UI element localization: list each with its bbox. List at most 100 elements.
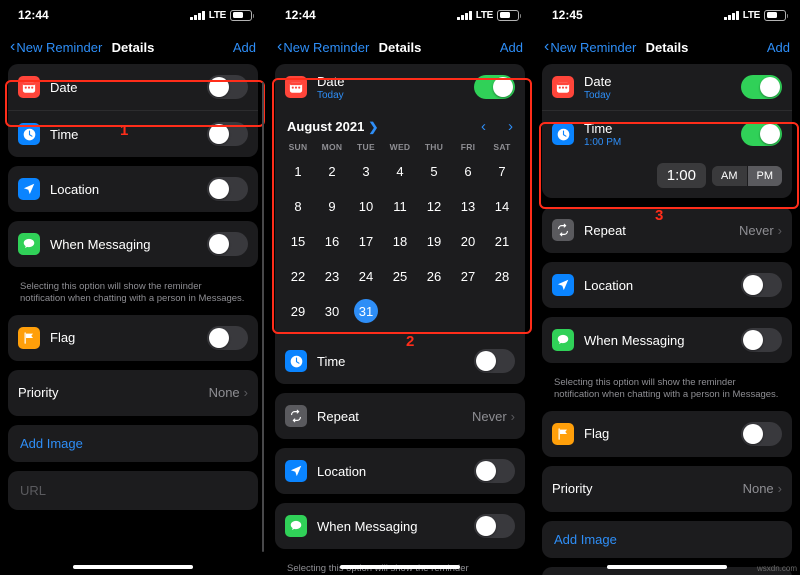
when-messaging-toggle[interactable] — [741, 328, 782, 352]
step-marker-2: 2 — [406, 333, 415, 350]
location-toggle[interactable] — [207, 177, 248, 201]
url-input[interactable]: URL — [8, 471, 258, 510]
weekday: SUN — [288, 142, 308, 152]
calendar-day[interactable]: 27 — [451, 260, 485, 292]
calendar-day[interactable]: 20 — [451, 225, 485, 257]
calendar-day[interactable]: 21 — [485, 225, 519, 257]
repeat-card: Repeat Never › — [275, 393, 525, 439]
calendar-day[interactable]: 25 — [383, 260, 417, 292]
time-picker[interactable]: 1:00 AM PM — [542, 157, 792, 198]
am-pm-selector[interactable]: AM PM — [712, 165, 782, 186]
date-toggle[interactable] — [474, 75, 515, 99]
calendar-day[interactable]: 11 — [383, 190, 417, 222]
pm-option[interactable]: PM — [746, 165, 782, 186]
location-toggle[interactable] — [474, 459, 515, 483]
row-time[interactable]: Time 1:00 PM — [542, 110, 792, 157]
back-button[interactable]: ‹ New Reminder — [277, 39, 369, 55]
add-image-card[interactable]: Add Image — [542, 520, 792, 558]
row-date[interactable]: Date Today — [275, 64, 525, 110]
row-location[interactable]: Location — [275, 448, 525, 494]
add-button[interactable]: Add — [233, 40, 256, 55]
back-button[interactable]: ‹ New Reminder — [544, 39, 636, 55]
calendar-day[interactable]: 4 — [383, 155, 417, 187]
calendar-day[interactable]: 5 — [417, 155, 451, 187]
priority-value: None — [742, 481, 774, 497]
calendar-day[interactable]: 18 — [383, 225, 417, 257]
time-value-field[interactable]: 1:00 — [656, 163, 706, 188]
calendar-day[interactable]: 9 — [315, 190, 349, 222]
calendar-day[interactable]: 23 — [315, 260, 349, 292]
calendar-day[interactable]: 10 — [349, 190, 383, 222]
calendar-day[interactable]: 26 — [417, 260, 451, 292]
date-toggle[interactable] — [741, 75, 782, 99]
calendar-month-button[interactable]: August 2021 ❯ — [287, 119, 378, 134]
next-month-button[interactable]: › — [508, 118, 513, 135]
flag-card: Flag — [8, 314, 258, 361]
calendar-day[interactable]: 30 — [315, 295, 349, 330]
date-toggle[interactable] — [207, 75, 248, 99]
flag-toggle[interactable] — [741, 421, 782, 446]
row-when-messaging[interactable]: When Messaging — [542, 317, 792, 363]
add-image-link[interactable]: Add Image — [542, 521, 792, 558]
clock-icon — [552, 123, 574, 145]
calendar-day[interactable]: 8 — [281, 190, 315, 222]
nav-bar: ‹ New Reminder Details Add — [534, 30, 800, 64]
calendar-day[interactable]: 22 — [281, 260, 315, 292]
calendar-day[interactable]: 28 — [485, 260, 519, 292]
back-button[interactable]: ‹ New Reminder — [10, 39, 102, 55]
url-card[interactable]: URL — [8, 470, 258, 510]
calendar-day[interactable]: 1 — [281, 155, 315, 187]
calendar-day[interactable]: 13 — [451, 190, 485, 222]
add-button[interactable]: Add — [500, 40, 523, 55]
details-list: Date Today August 2021 ❯ ‹ › SUN MON TUE… — [267, 64, 533, 575]
calendar-day-selected[interactable]: 31 — [349, 295, 383, 330]
row-when-messaging[interactable]: When Messaging — [275, 503, 525, 549]
calendar-picker[interactable]: August 2021 ❯ ‹ › SUN MON TUE WED THU FR… — [275, 110, 525, 338]
calendar-day[interactable]: 24 — [349, 260, 383, 292]
row-repeat[interactable]: Repeat Never › — [542, 207, 792, 253]
time-toggle[interactable] — [741, 122, 782, 146]
row-when-messaging[interactable]: When Messaging — [8, 221, 258, 267]
calendar-day[interactable]: 7 — [485, 155, 519, 187]
row-date[interactable]: Date — [8, 64, 258, 110]
calendar-day[interactable]: 2 — [315, 155, 349, 187]
calendar-day[interactable]: 12 — [417, 190, 451, 222]
am-option[interactable]: AM — [712, 165, 747, 186]
row-flag[interactable]: Flag — [8, 315, 258, 361]
details-list: Date Time Location When Messaging Select… — [0, 64, 266, 575]
add-image-link[interactable]: Add Image — [8, 425, 258, 462]
calendar-day[interactable]: 29 — [281, 295, 315, 330]
time-toggle[interactable] — [474, 349, 515, 373]
details-list: Date Today Time 1:00 PM 1:00 AM PM Repea… — [534, 64, 800, 575]
row-priority[interactable]: Priority None › — [8, 370, 258, 416]
row-repeat[interactable]: Repeat Never › — [275, 393, 525, 439]
add-button[interactable]: Add — [767, 40, 790, 55]
flag-toggle[interactable] — [207, 325, 248, 350]
location-toggle[interactable] — [741, 273, 782, 297]
calendar-day[interactable]: 6 — [451, 155, 485, 187]
when-messaging-toggle[interactable] — [207, 232, 248, 256]
row-label-time: Time 1:00 PM — [584, 121, 741, 148]
calendar-day[interactable]: 16 — [315, 225, 349, 257]
row-priority[interactable]: Priority None › — [542, 466, 792, 512]
row-date[interactable]: Date Today — [542, 64, 792, 110]
row-time[interactable]: Time — [8, 110, 258, 157]
prev-month-button[interactable]: ‹ — [481, 118, 486, 135]
back-label: New Reminder — [16, 39, 103, 55]
calendar-day[interactable]: 17 — [349, 225, 383, 257]
calendar-day[interactable]: 3 — [349, 155, 383, 187]
when-messaging-toggle[interactable] — [474, 514, 515, 538]
calendar-day[interactable]: 15 — [281, 225, 315, 257]
row-time[interactable]: Time — [275, 338, 525, 384]
row-location[interactable]: Location — [8, 166, 258, 212]
row-location[interactable]: Location — [542, 262, 792, 308]
row-label-location: Location — [50, 181, 100, 197]
location-icon — [18, 178, 40, 200]
calendar-day[interactable]: 14 — [485, 190, 519, 222]
add-image-card[interactable]: Add Image — [8, 424, 258, 462]
calendar-day[interactable]: 19 — [417, 225, 451, 257]
row-flag[interactable]: Flag — [542, 411, 792, 457]
time-toggle[interactable] — [207, 122, 248, 146]
scrollbar[interactable] — [261, 82, 264, 552]
flag-card: Flag — [542, 410, 792, 457]
